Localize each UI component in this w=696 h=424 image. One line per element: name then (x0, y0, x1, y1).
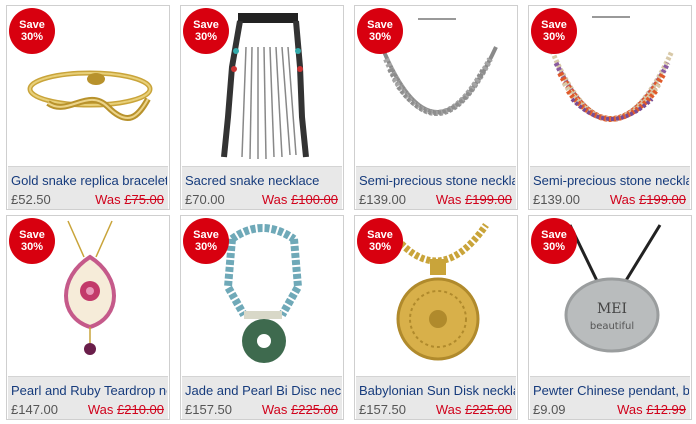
product-price: £9.09 (533, 402, 566, 417)
product-card[interactable]: Save 30% Semi-precious stone necklace £1… (528, 5, 692, 210)
product-name[interactable]: Jade and Pearl Bi Disc necklace (185, 383, 341, 398)
product-info: Babylonian Sun Disk necklace £157.50 Was… (356, 376, 516, 419)
product-name[interactable]: Semi-precious stone necklace (533, 173, 689, 188)
product-card[interactable]: Save 30% Jade and Pearl Bi Disc necklace… (180, 215, 344, 420)
was-price: Was £100.00 (261, 192, 338, 207)
product-card[interactable]: Save 30% Sacred snake necklace £70.00 Wa… (180, 5, 344, 210)
save-badge: Save 30% (9, 218, 55, 264)
product-price: £147.00 (11, 402, 58, 417)
product-card[interactable]: MEI beautiful Save 30% Pewter Chinese pe… (528, 215, 692, 420)
save-badge: Save 30% (531, 218, 577, 264)
product-name[interactable]: Pewter Chinese pendant, beautiful (533, 383, 689, 398)
was-price: Was £225.00 (435, 402, 512, 417)
product-info: Gold snake replica bracelet £52.50 Was £… (8, 166, 168, 209)
product-name[interactable]: Semi-precious stone necklace (359, 173, 515, 188)
product-name[interactable]: Sacred snake necklace (185, 173, 341, 188)
product-info: Pearl and Ruby Teardrop necklace £147.00… (8, 376, 168, 419)
product-info: Semi-precious stone necklace £139.00 Was… (530, 166, 690, 209)
save-badge: Save 30% (183, 8, 229, 54)
save-badge: Save 30% (357, 218, 403, 264)
product-price: £157.50 (359, 402, 406, 417)
product-price: £139.00 (533, 192, 580, 207)
product-info: Semi-precious stone necklace £139.00 Was… (356, 166, 516, 209)
pendant-engraving-beautiful: beautiful (590, 321, 634, 332)
product-card[interactable]: Save 30% Gold snake replica bracelet £52… (6, 5, 170, 210)
save-badge: Save 30% (9, 8, 55, 54)
product-card[interactable]: Save 30% Semi-precious stone necklace £1… (354, 5, 518, 210)
product-grid: Save 30% Gold snake replica bracelet £52… (0, 0, 696, 424)
product-info: Sacred snake necklace £70.00 Was £100.00 (182, 166, 342, 209)
was-price: Was £12.99 (617, 402, 686, 417)
was-price: Was £210.00 (87, 402, 164, 417)
was-price: Was £199.00 (435, 192, 512, 207)
product-price: £70.00 (185, 192, 225, 207)
product-price: £139.00 (359, 192, 406, 207)
pendant-engraving-mei: MEI (597, 301, 627, 317)
product-price: £52.50 (11, 192, 51, 207)
save-badge: Save 30% (531, 8, 577, 54)
product-card[interactable]: Save 30% Pearl and Ruby Teardrop necklac… (6, 215, 170, 420)
save-badge: Save 30% (357, 8, 403, 54)
was-price: Was £199.00 (609, 192, 686, 207)
product-price: £157.50 (185, 402, 232, 417)
was-price: Was £75.00 (95, 192, 164, 207)
was-price: Was £225.00 (261, 402, 338, 417)
product-info: Pewter Chinese pendant, beautiful £9.09 … (530, 376, 690, 419)
product-card[interactable]: Save 30% Babylonian Sun Disk necklace £1… (354, 215, 518, 420)
product-name[interactable]: Gold snake replica bracelet (11, 173, 167, 188)
save-badge: Save 30% (183, 218, 229, 264)
product-name[interactable]: Babylonian Sun Disk necklace (359, 383, 515, 398)
product-info: Jade and Pearl Bi Disc necklace £157.50 … (182, 376, 342, 419)
product-name[interactable]: Pearl and Ruby Teardrop necklace (11, 383, 167, 398)
